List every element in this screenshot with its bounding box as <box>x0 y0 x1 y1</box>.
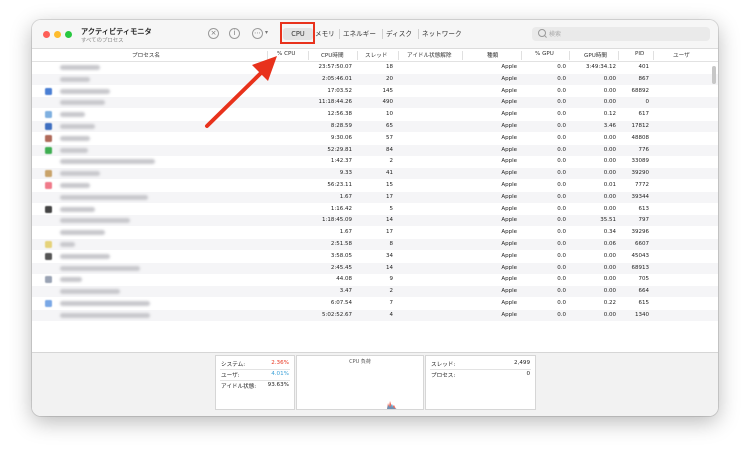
arrow-shaft <box>205 70 264 128</box>
annotation-arrow <box>205 56 277 128</box>
